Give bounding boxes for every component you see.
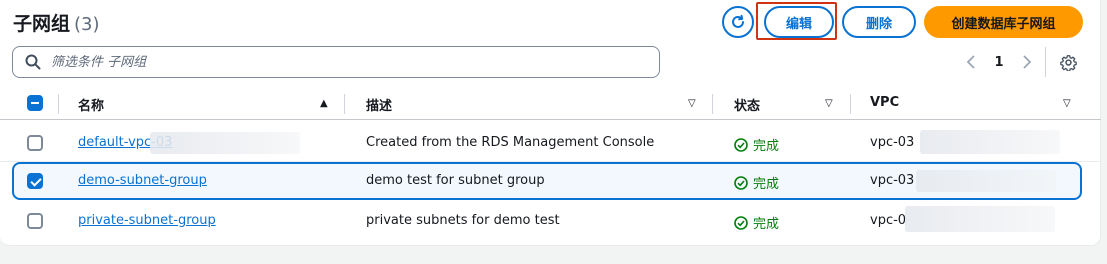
success-check-icon — [734, 137, 748, 152]
current-page-number[interactable]: 1 — [990, 50, 1008, 74]
row-checkbox-checked[interactable] — [27, 173, 43, 189]
subnet-group-name-link[interactable]: demo-subnet-group — [78, 173, 207, 188]
search-icon — [25, 54, 41, 70]
preferences-button[interactable] — [1058, 50, 1078, 74]
description-cell: demo test for subnet group — [366, 173, 545, 188]
redacted-blur — [920, 130, 1060, 154]
column-divider — [58, 94, 59, 114]
status-cell: 完成 — [734, 213, 779, 232]
redacted-blur — [916, 170, 1056, 192]
column-divider — [712, 94, 713, 114]
description-cell: private subnets for demo test — [366, 213, 560, 228]
success-check-icon — [734, 215, 748, 230]
edit-button[interactable]: 编辑 — [764, 6, 834, 38]
column-header-description[interactable]: 描述 — [366, 95, 392, 114]
column-divider — [850, 94, 851, 114]
refresh-icon — [732, 14, 744, 28]
table-row-selected[interactable]: demo-subnet-group demo test for subnet g… — [12, 162, 1082, 200]
subnet-group-name-link[interactable]: private-subnet-group — [78, 213, 216, 228]
subnet-groups-panel: 子网组(3) 编辑 删除 创建数据库子网组 1 名称 ▲ 描述 — [0, 0, 1101, 246]
page-title: 子网组 (3) — [13, 9, 100, 36]
pager-divider — [1045, 47, 1046, 77]
sort-icon[interactable]: ▽ — [1063, 98, 1071, 109]
redacted-blur — [905, 206, 1055, 232]
vpc-cell: vpc-03 — [870, 173, 915, 188]
title-count: (3) — [74, 14, 100, 35]
status-cell: 完成 — [734, 173, 779, 192]
table-row[interactable]: default-vpc-03 Created from the RDS Mana… — [0, 124, 1101, 162]
status-text: 完成 — [753, 139, 780, 154]
status-text: 完成 — [753, 217, 780, 232]
table-row[interactable]: private-subnet-group private subnets for… — [0, 202, 1101, 240]
sort-icon[interactable]: ▽ — [688, 98, 696, 109]
row-checkbox[interactable] — [27, 135, 43, 151]
status-text: 完成 — [753, 177, 780, 192]
description-cell: Created from the RDS Management Console — [366, 135, 655, 150]
next-page-button[interactable] — [1018, 50, 1036, 74]
chevron-left-icon — [966, 55, 975, 69]
success-check-icon — [734, 175, 748, 190]
chevron-right-icon — [1023, 55, 1032, 69]
row-checkbox[interactable] — [27, 213, 43, 229]
previous-page-button[interactable] — [962, 50, 980, 74]
refresh-button[interactable] — [722, 6, 754, 38]
filter-search-box[interactable] — [12, 46, 660, 78]
sort-ascending-icon[interactable]: ▲ — [320, 98, 328, 109]
sort-icon[interactable]: ▽ — [825, 98, 833, 109]
gear-icon — [1059, 54, 1077, 71]
delete-button[interactable]: 删除 — [842, 6, 916, 38]
vpc-cell: vpc-0 — [870, 213, 907, 228]
column-header-name[interactable]: 名称 — [78, 95, 104, 114]
column-divider — [344, 94, 345, 114]
table-header: 名称 ▲ 描述 ▽ 状态 ▽ VPC ▽ — [0, 88, 1101, 120]
redacted-blur — [150, 132, 300, 154]
column-header-vpc[interactable]: VPC — [870, 95, 899, 110]
title-text: 子网组 — [13, 13, 71, 35]
create-subnet-group-button[interactable]: 创建数据库子网组 — [924, 6, 1083, 38]
vpc-cell: vpc-03 — [870, 135, 915, 150]
select-all-checkbox[interactable] — [27, 95, 43, 111]
filter-search-input[interactable] — [51, 54, 631, 70]
status-cell: 完成 — [734, 135, 779, 154]
column-header-status[interactable]: 状态 — [734, 95, 760, 114]
